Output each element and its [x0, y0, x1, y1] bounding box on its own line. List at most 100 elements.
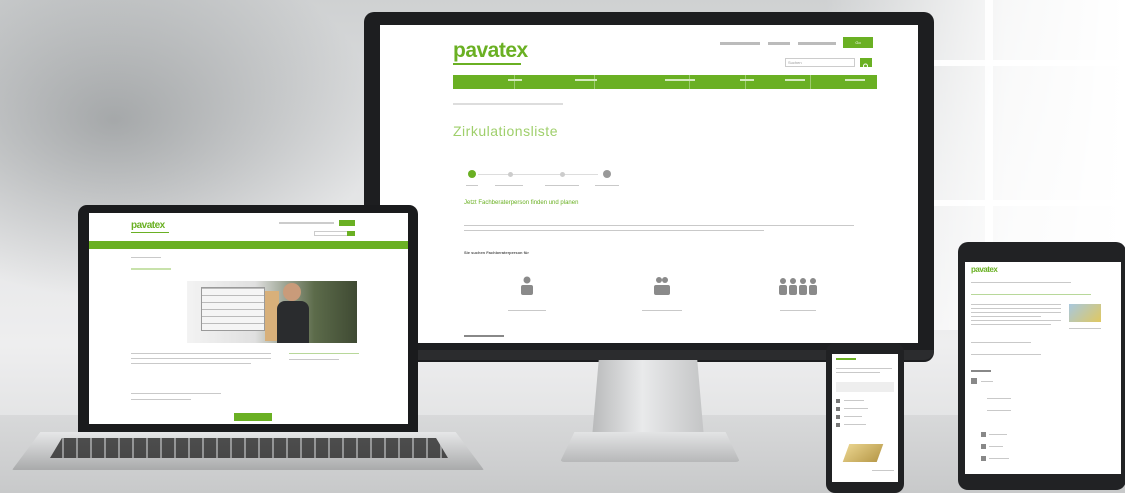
body-text-line: [131, 393, 221, 394]
checkbox-label: [989, 446, 1003, 447]
checkbox-label: [844, 424, 866, 425]
breadcrumb: [971, 282, 1071, 283]
option-label: [981, 381, 993, 382]
nav-label: [785, 79, 805, 81]
imac-stand-foot: [560, 432, 740, 462]
option-label: [987, 398, 1011, 399]
subsection-heading: [464, 335, 504, 337]
site-logo[interactable]: [836, 358, 856, 360]
checkbox[interactable]: [836, 415, 840, 419]
nav-label: [575, 79, 597, 81]
person-icon[interactable]: [971, 378, 977, 384]
search-button[interactable]: [347, 231, 355, 236]
body-text-line: [971, 324, 1051, 325]
body-text-line: [131, 358, 271, 359]
page-title: [131, 268, 171, 270]
option-label: [987, 410, 1011, 411]
body-text-line: [131, 353, 271, 354]
step-label: [595, 185, 619, 186]
sidebar-text-line: [289, 359, 339, 360]
checkbox[interactable]: [981, 432, 986, 437]
main-nav: [453, 75, 877, 89]
step-indicator[interactable]: [560, 172, 565, 177]
step-label: [495, 185, 523, 186]
header-cta-button[interactable]: Go: [843, 37, 873, 48]
top-link[interactable]: [768, 42, 790, 45]
nav-label: [508, 79, 522, 81]
checkbox[interactable]: [981, 444, 986, 449]
breadcrumb[interactable]: [453, 103, 563, 105]
top-link[interactable]: [798, 42, 836, 45]
body-text-line: [971, 342, 1031, 343]
page-title: Zirkulationsliste: [453, 123, 558, 139]
tablet-screen: pavatex: [965, 262, 1121, 474]
step-indicator[interactable]: [603, 170, 611, 178]
site-logo[interactable]: pavatex: [453, 39, 528, 63]
section-heading: [971, 370, 991, 372]
step-indicator-active[interactable]: [468, 170, 476, 178]
search-button[interactable]: [860, 58, 872, 70]
search-icon: [863, 63, 869, 70]
checkbox-label: [844, 416, 862, 417]
nav-item[interactable]: [453, 75, 516, 89]
logo-underline: [131, 232, 169, 233]
nav-item[interactable]: [595, 75, 691, 89]
group-icon[interactable]: [654, 275, 670, 295]
option-label: [508, 310, 546, 311]
sidebar-text-line: [289, 353, 359, 354]
hero-image: [187, 281, 357, 343]
checkbox[interactable]: [836, 399, 840, 403]
option-label: [642, 310, 682, 311]
checkbox[interactable]: [836, 423, 840, 427]
page-subtitle: [971, 294, 1091, 295]
thumbnail-image: [1069, 304, 1101, 322]
nav-item[interactable]: [690, 75, 746, 89]
product-image: [842, 444, 884, 462]
checkbox[interactable]: [836, 407, 840, 411]
submit-button[interactable]: [234, 413, 272, 421]
site-logo[interactable]: pavatex: [971, 265, 998, 274]
info-box: [836, 382, 894, 392]
option-label: [780, 310, 816, 311]
body-text-line: [971, 304, 1061, 305]
person-body-image: [277, 301, 309, 343]
step-label: [545, 185, 579, 186]
body-text-line: [971, 320, 1061, 321]
laptop-screen: pavatex: [89, 213, 408, 424]
checkbox-label: [844, 408, 868, 409]
nav-item[interactable]: [515, 75, 596, 89]
footer-text: [872, 470, 894, 471]
imac-stand-neck: [592, 360, 704, 438]
nav-label: [740, 79, 754, 81]
site-logo[interactable]: pavatex: [131, 220, 165, 231]
nav-label: [665, 79, 695, 81]
imac-screen: pavatex Go Suchen Zirkulationsliste Jetz…: [380, 25, 918, 343]
checkbox-label: [844, 400, 864, 401]
body-text-line: [464, 225, 854, 226]
body-text-line: [836, 372, 880, 373]
nav-item[interactable]: [811, 75, 877, 89]
phone-screen: [832, 354, 898, 482]
body-text-line: [971, 316, 1041, 317]
checkbox[interactable]: [981, 456, 986, 461]
nav-item[interactable]: [746, 75, 811, 89]
person-head-image: [283, 283, 301, 301]
top-links[interactable]: [279, 222, 334, 224]
laptop-keyboard: [50, 438, 448, 458]
person-icon[interactable]: [520, 275, 534, 295]
body-text-line: [464, 230, 764, 231]
team-icon[interactable]: [778, 277, 818, 295]
main-nav[interactable]: [89, 241, 408, 249]
header-cta-button[interactable]: [339, 220, 355, 226]
body-text-line: [971, 354, 1041, 355]
breadcrumb: [131, 257, 161, 258]
body-text-line: [971, 312, 1061, 313]
window-frame-image: [201, 287, 265, 331]
checkbox-label: [989, 458, 1009, 459]
top-link[interactable]: [720, 42, 760, 45]
section-heading: Sie suchen Fachberaterperson für: [464, 250, 529, 255]
search-input[interactable]: Suchen: [785, 58, 855, 67]
step-heading: Jetzt Fachberaterperson finden und plane…: [464, 200, 579, 206]
stepper-track: [478, 174, 598, 175]
step-indicator[interactable]: [508, 172, 513, 177]
